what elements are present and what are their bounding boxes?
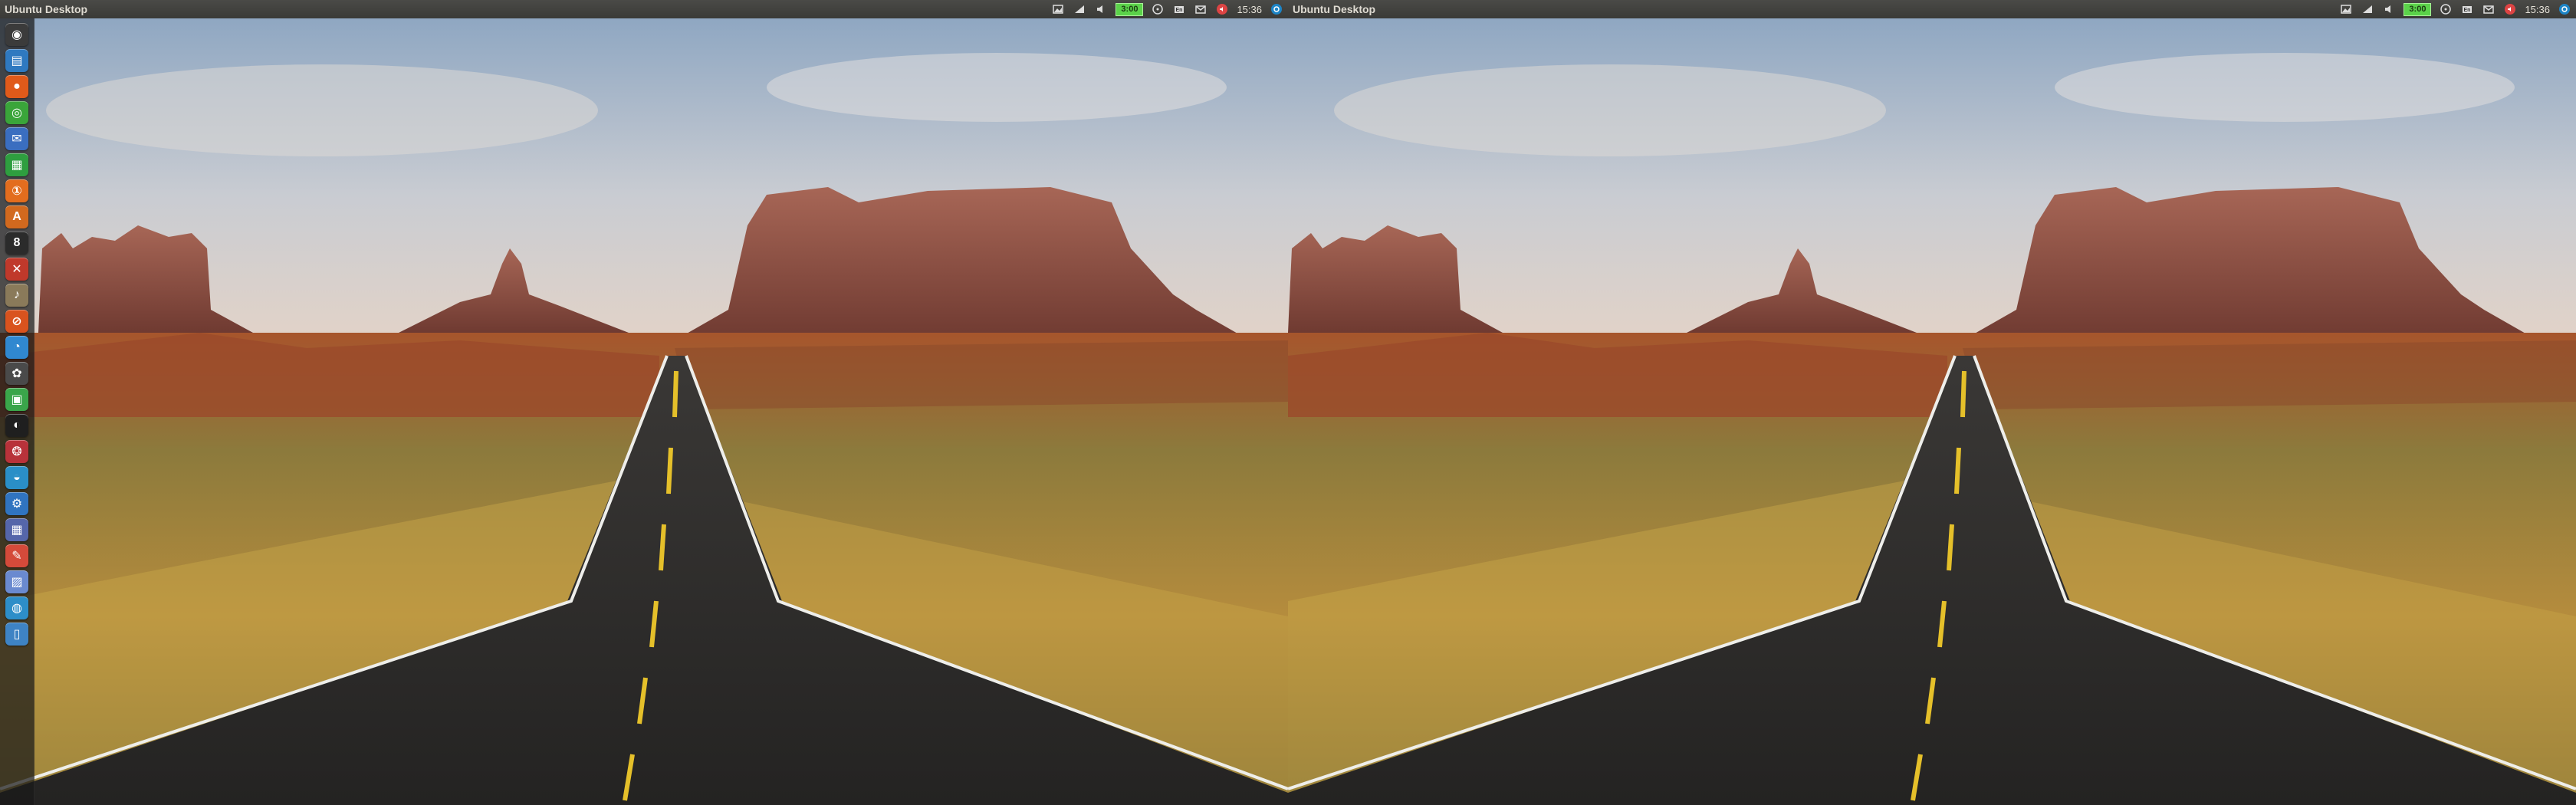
window-title: Ubuntu Desktop: [1293, 3, 1376, 15]
mail-icon[interactable]: [2482, 3, 2496, 15]
svg-text:En: En: [2464, 8, 2471, 13]
chrome-icon[interactable]: ◎: [5, 101, 28, 124]
mail-icon[interactable]: [1194, 3, 1208, 15]
disc-icon[interactable]: [1151, 3, 1165, 15]
terminal-icon[interactable]: 8: [5, 232, 28, 255]
firefox-icon[interactable]: ●: [5, 75, 28, 98]
top-panel: Ubuntu Desktop 3:00 En 15:36: [1288, 0, 2576, 18]
battery-indicator[interactable]: 3:00: [2404, 2, 2432, 16]
clock[interactable]: 15:36: [1237, 4, 1262, 15]
svg-text:En: En: [1176, 8, 1183, 13]
battery-indicator[interactable]: 3:00: [1116, 2, 1144, 16]
calculator-icon[interactable]: ▣: [5, 388, 28, 411]
sound-icon[interactable]: [2382, 3, 2396, 15]
thunderbird-icon[interactable]: ✉: [5, 127, 28, 150]
browser-icon[interactable]: ◒: [5, 466, 28, 489]
screen-right: Ubuntu Desktop 3:00 En 15:36: [1288, 0, 2576, 805]
ubuntu-one-icon[interactable]: ①: [5, 179, 28, 202]
system-icon[interactable]: ◐: [5, 414, 28, 437]
desktop-wallpaper: [1288, 18, 2576, 805]
image-icon[interactable]: [1051, 3, 1065, 15]
clock[interactable]: 15:36: [2525, 4, 2550, 15]
network-icon[interactable]: [1073, 3, 1086, 15]
monument-valley-road-image: [1288, 18, 2576, 805]
desktop-wallpaper: [0, 18, 1288, 805]
help-icon[interactable]: ⊘: [5, 310, 28, 333]
keyboard-icon[interactable]: En: [2460, 3, 2474, 15]
chat-icon[interactable]: ◔: [5, 336, 28, 359]
disc-icon[interactable]: [2439, 3, 2453, 15]
gimp-icon[interactable]: ❂: [5, 440, 28, 463]
keyboard-icon[interactable]: En: [1172, 3, 1186, 15]
tools-icon[interactable]: ✕: [5, 258, 28, 281]
software-center-icon[interactable]: A: [5, 205, 28, 228]
indicator-area: 3:00 En 15:36: [2339, 2, 2576, 16]
audio-icon[interactable]: ♪: [5, 284, 28, 307]
screen-left: Ubuntu Desktop 3:00 En 15:36 ◉ ▤ ● ◎ ✉ ▦…: [0, 0, 1288, 805]
settings-icon[interactable]: ⚙: [5, 492, 28, 515]
volume-icon[interactable]: [2503, 3, 2517, 15]
volume-icon[interactable]: [1215, 3, 1229, 15]
monument-valley-road-image: [0, 18, 1288, 805]
image-icon[interactable]: [2339, 3, 2353, 15]
files-icon[interactable]: ▤: [5, 49, 28, 72]
editor-icon[interactable]: ✎: [5, 544, 28, 567]
dash-icon[interactable]: ◉: [5, 23, 28, 46]
indicator-area: 3:00 En 15:36: [1051, 2, 1288, 16]
spreadsheet-icon[interactable]: ▦: [5, 153, 28, 176]
photo-icon[interactable]: ▨: [5, 570, 28, 593]
window-title: Ubuntu Desktop: [5, 3, 88, 15]
settings-icon[interactable]: [2558, 3, 2571, 15]
web-icon[interactable]: ◍: [5, 596, 28, 619]
top-panel: Ubuntu Desktop 3:00 En 15:36: [0, 0, 1288, 18]
media-icon[interactable]: ✿: [5, 362, 28, 385]
sound-icon[interactable]: [1094, 3, 1108, 15]
network-icon[interactable]: [2361, 3, 2374, 15]
settings-icon[interactable]: [1270, 3, 1283, 15]
launcher: ◉ ▤ ● ◎ ✉ ▦ ① A 8 ✕ ♪ ⊘ ◔ ✿ ▣ ◐ ❂ ◒ ⚙ ▦ ✎ ▨ ◍ ▯: [0, 18, 34, 805]
workspace-icon[interactable]: ▦: [5, 518, 28, 541]
trash-icon[interactable]: ▯: [5, 623, 28, 646]
